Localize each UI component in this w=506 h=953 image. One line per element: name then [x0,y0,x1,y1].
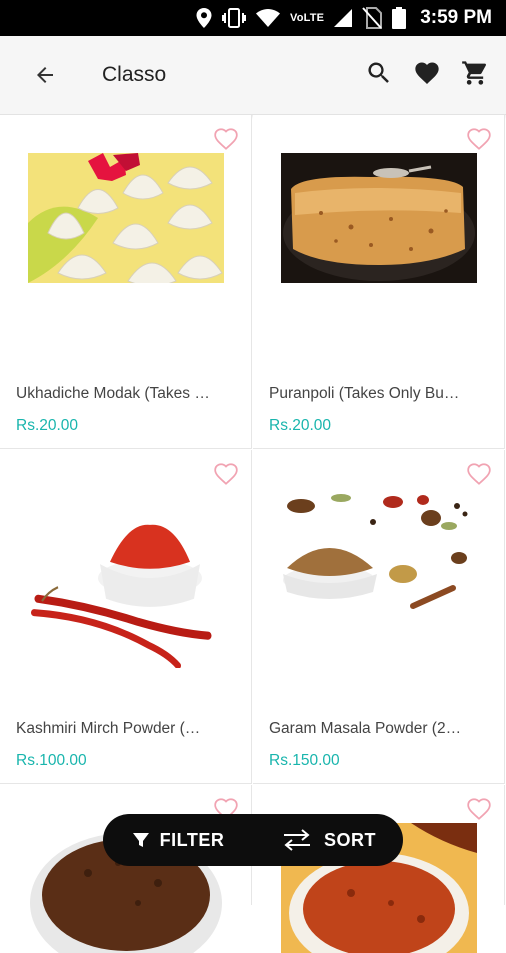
clock: 3:59 PM [420,7,492,28]
status-icons: VoLTE 3:59 PM [196,0,492,36]
product-price: Rs.100.00 [16,752,87,769]
product-image [28,518,224,668]
vibrate-icon [221,8,246,28]
product-image [28,153,224,283]
back-button[interactable] [30,60,60,90]
product-name: Ukhadiche Modak (Takes … [16,385,210,402]
signal-icon [334,9,353,27]
product-name: Garam Masala Powder (2… [269,720,462,737]
product-image [281,488,477,618]
cart-icon [462,61,487,85]
product-name: Puranpoli (Takes Only Bu… [269,385,460,402]
search-button[interactable] [364,58,394,88]
heart-outline-icon[interactable] [466,127,492,151]
page-title: Classo [102,63,167,86]
network-label: VoLTE [289,12,325,24]
product-card[interactable]: Puranpoli (Takes Only Bu… Rs.20.00 [253,115,505,449]
product-price: Rs.20.00 [16,417,79,434]
wifi-icon [255,9,280,27]
wishlist-button[interactable] [412,58,442,88]
filter-button[interactable]: FILTER [103,814,253,866]
sort-icon [283,829,310,851]
heart-outline-icon[interactable] [466,462,492,486]
sort-label: SORT [323,829,376,850]
product-card[interactable]: Garam Masala Powder (2… Rs.150.00 [253,450,505,784]
filter-icon [132,833,149,847]
status-bar: VoLTE 3:59 PM [0,0,506,36]
heart-outline-icon[interactable] [213,127,239,151]
product-price: Rs.20.00 [269,417,332,434]
heart-icon [415,62,439,84]
product-price: Rs.150.00 [269,752,340,769]
product-card[interactable]: Kashmiri Mirch Powder (… Rs.100.00 [0,450,252,784]
app-bar-actions [364,58,490,88]
search-icon [368,62,389,83]
cart-button[interactable] [460,58,490,88]
back-arrow-icon [37,67,53,83]
product-image [281,153,477,283]
app-bar: Classo [0,36,506,115]
battery-icon [392,7,407,29]
location-icon [196,8,212,28]
filter-sort-bar: FILTER SORT [103,814,403,866]
product-card[interactable]: Ukhadiche Modak (Takes … Rs.20.00 [0,115,252,449]
product-name: Kashmiri Mirch Powder (… [16,720,201,737]
heart-outline-icon[interactable] [213,462,239,486]
sort-button[interactable]: SORT [253,814,403,866]
no-sim-icon [362,7,383,29]
filter-label: FILTER [159,829,225,850]
heart-outline-icon[interactable] [466,797,492,821]
